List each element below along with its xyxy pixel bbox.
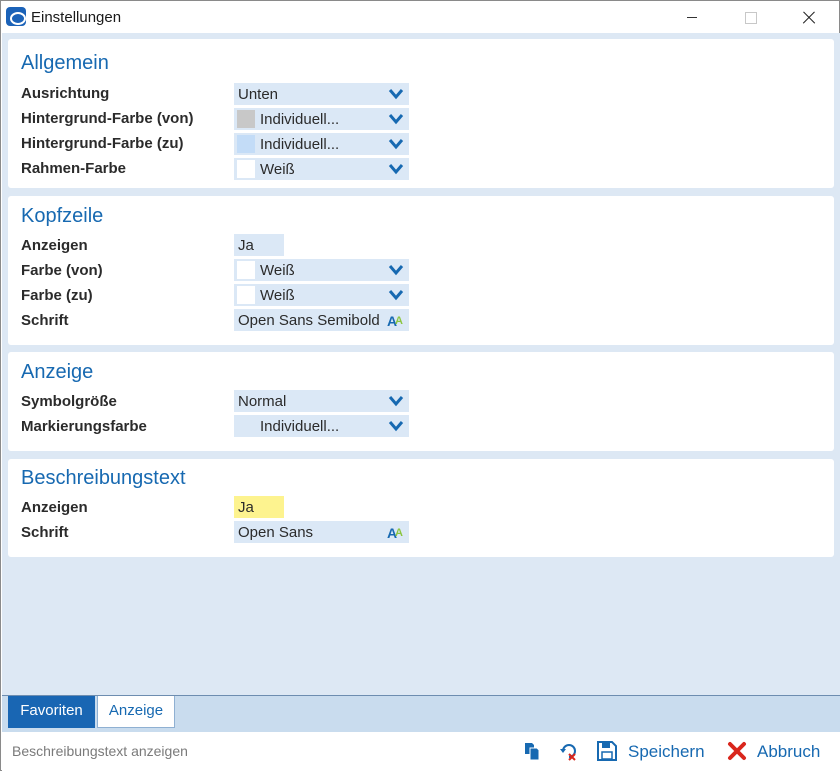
row-label-ausrichtung: Ausrichtung — [21, 85, 110, 102]
font-picker-icon: AA — [387, 313, 403, 328]
close-icon — [728, 742, 746, 760]
font-value: Open Sans — [238, 524, 314, 541]
row-label-farbe-von: Farbe (von) — [21, 262, 103, 279]
chevron-down-icon — [388, 290, 404, 301]
tab-anzeige[interactable]: Anzeige — [97, 696, 175, 728]
row-label-symbolgroesse: Symbolgröße — [21, 393, 117, 410]
dropdown-value: Unten — [238, 86, 279, 103]
font-value: Open Sans Semibold — [238, 312, 380, 329]
save-icon — [597, 741, 617, 761]
close-button[interactable] — [786, 1, 832, 33]
copy-icon[interactable] — [522, 741, 542, 761]
minimize-button[interactable] — [669, 1, 715, 33]
rahmen-farbe-dropdown[interactable]: Weiß — [234, 158, 409, 180]
save-label: Speichern — [628, 742, 705, 761]
toggle-value: Ja — [238, 237, 254, 254]
symbolgroesse-dropdown[interactable]: Normal — [234, 390, 409, 412]
row-label-schrift: Schrift — [21, 312, 69, 329]
row-label-farbe-zu: Farbe (zu) — [21, 287, 93, 304]
row-label-anzeigen: Anzeigen — [21, 237, 88, 254]
markierungsfarbe-dropdown[interactable]: Individuell... — [234, 415, 409, 437]
dropdown-value: Individuell... — [260, 418, 340, 435]
row-label-rahmen-farbe: Rahmen-Farbe — [21, 160, 127, 177]
chevron-down-icon — [388, 139, 404, 150]
status-description: Beschreibungstext anzeigen — [12, 743, 188, 759]
settings-content: Allgemein Ausrichtung Unten Hintergrund-… — [2, 33, 840, 695]
svg-text:A: A — [395, 527, 403, 539]
title-bar: Einstellungen — [1, 1, 839, 33]
section-title: Allgemein — [21, 52, 109, 74]
ausrichtung-dropdown[interactable]: Unten — [234, 83, 409, 105]
row-label-anzeigen: Anzeigen — [21, 499, 88, 516]
dropdown-value: Individuell... — [260, 136, 340, 153]
chevron-down-icon — [388, 396, 404, 407]
row-label-hintergrund-zu: Hintergrund-Farbe (zu) — [21, 135, 184, 152]
hintergrund-von-dropdown[interactable]: Individuell... — [234, 108, 409, 130]
font-picker-icon: AA — [387, 525, 403, 540]
row-label-markierungsfarbe: Markierungsfarbe — [21, 418, 147, 435]
section-title: Anzeige — [21, 361, 94, 383]
cancel-label: Abbruch — [757, 742, 821, 761]
hintergrund-zu-dropdown[interactable]: Individuell... — [234, 133, 409, 155]
status-bar: Beschreibungstext anzeigen Speichern Abb… — [2, 732, 840, 771]
window-title: Einstellungen — [31, 9, 122, 26]
tab-bar: Favoriten Anzeige — [2, 695, 840, 732]
dropdown-value: Weiß — [260, 161, 295, 178]
color-swatch — [237, 286, 255, 304]
color-swatch — [237, 160, 255, 178]
color-swatch — [237, 110, 255, 128]
chevron-down-icon — [388, 265, 404, 276]
dropdown-value: Weiß — [260, 262, 295, 279]
kopfzeile-anzeigen-toggle[interactable]: Ja — [234, 234, 284, 256]
color-swatch — [237, 261, 255, 279]
kopf-farbe-von-dropdown[interactable]: Weiß — [234, 259, 409, 281]
dropdown-value: Individuell... — [260, 111, 340, 128]
section-title: Kopfzeile — [21, 205, 104, 227]
section-beschreibungstext: Beschreibungstext Anzeigen Ja Schrift Op… — [8, 459, 834, 557]
chevron-down-icon — [388, 114, 404, 125]
chevron-down-icon — [388, 89, 404, 100]
toggle-value: Ja — [238, 499, 254, 516]
color-swatch — [237, 135, 255, 153]
section-anzeige: Anzeige Symbolgröße Normal Markierungsfa… — [8, 352, 834, 451]
row-label-schrift: Schrift — [21, 524, 69, 541]
svg-text:A: A — [395, 315, 403, 327]
maximize-button[interactable] — [728, 1, 774, 33]
section-allgemein: Allgemein Ausrichtung Unten Hintergrund-… — [8, 39, 834, 188]
chevron-down-icon — [388, 421, 404, 432]
dropdown-value: Weiß — [260, 287, 295, 304]
settings-window: Einstellungen Allgemein Ausrichtung Unte… — [0, 0, 840, 771]
reset-icon[interactable] — [559, 741, 579, 761]
tab-favoriten[interactable]: Favoriten — [8, 696, 95, 728]
kopf-schrift-picker[interactable]: Open Sans Semibold AA — [234, 309, 409, 331]
dropdown-value: Normal — [238, 393, 287, 410]
section-title: Beschreibungstext — [21, 467, 186, 489]
kopf-farbe-zu-dropdown[interactable]: Weiß — [234, 284, 409, 306]
color-swatch — [237, 417, 255, 435]
row-label-hintergrund-von: Hintergrund-Farbe (von) — [21, 110, 194, 127]
chevron-down-icon — [388, 164, 404, 175]
section-kopfzeile: Kopfzeile Anzeigen Ja Farbe (von) Weiß F… — [8, 196, 834, 345]
app-logo-icon — [6, 7, 26, 26]
beschreibung-anzeigen-toggle[interactable]: Ja — [234, 496, 284, 518]
beschreibung-schrift-picker[interactable]: Open Sans AA — [234, 521, 409, 543]
